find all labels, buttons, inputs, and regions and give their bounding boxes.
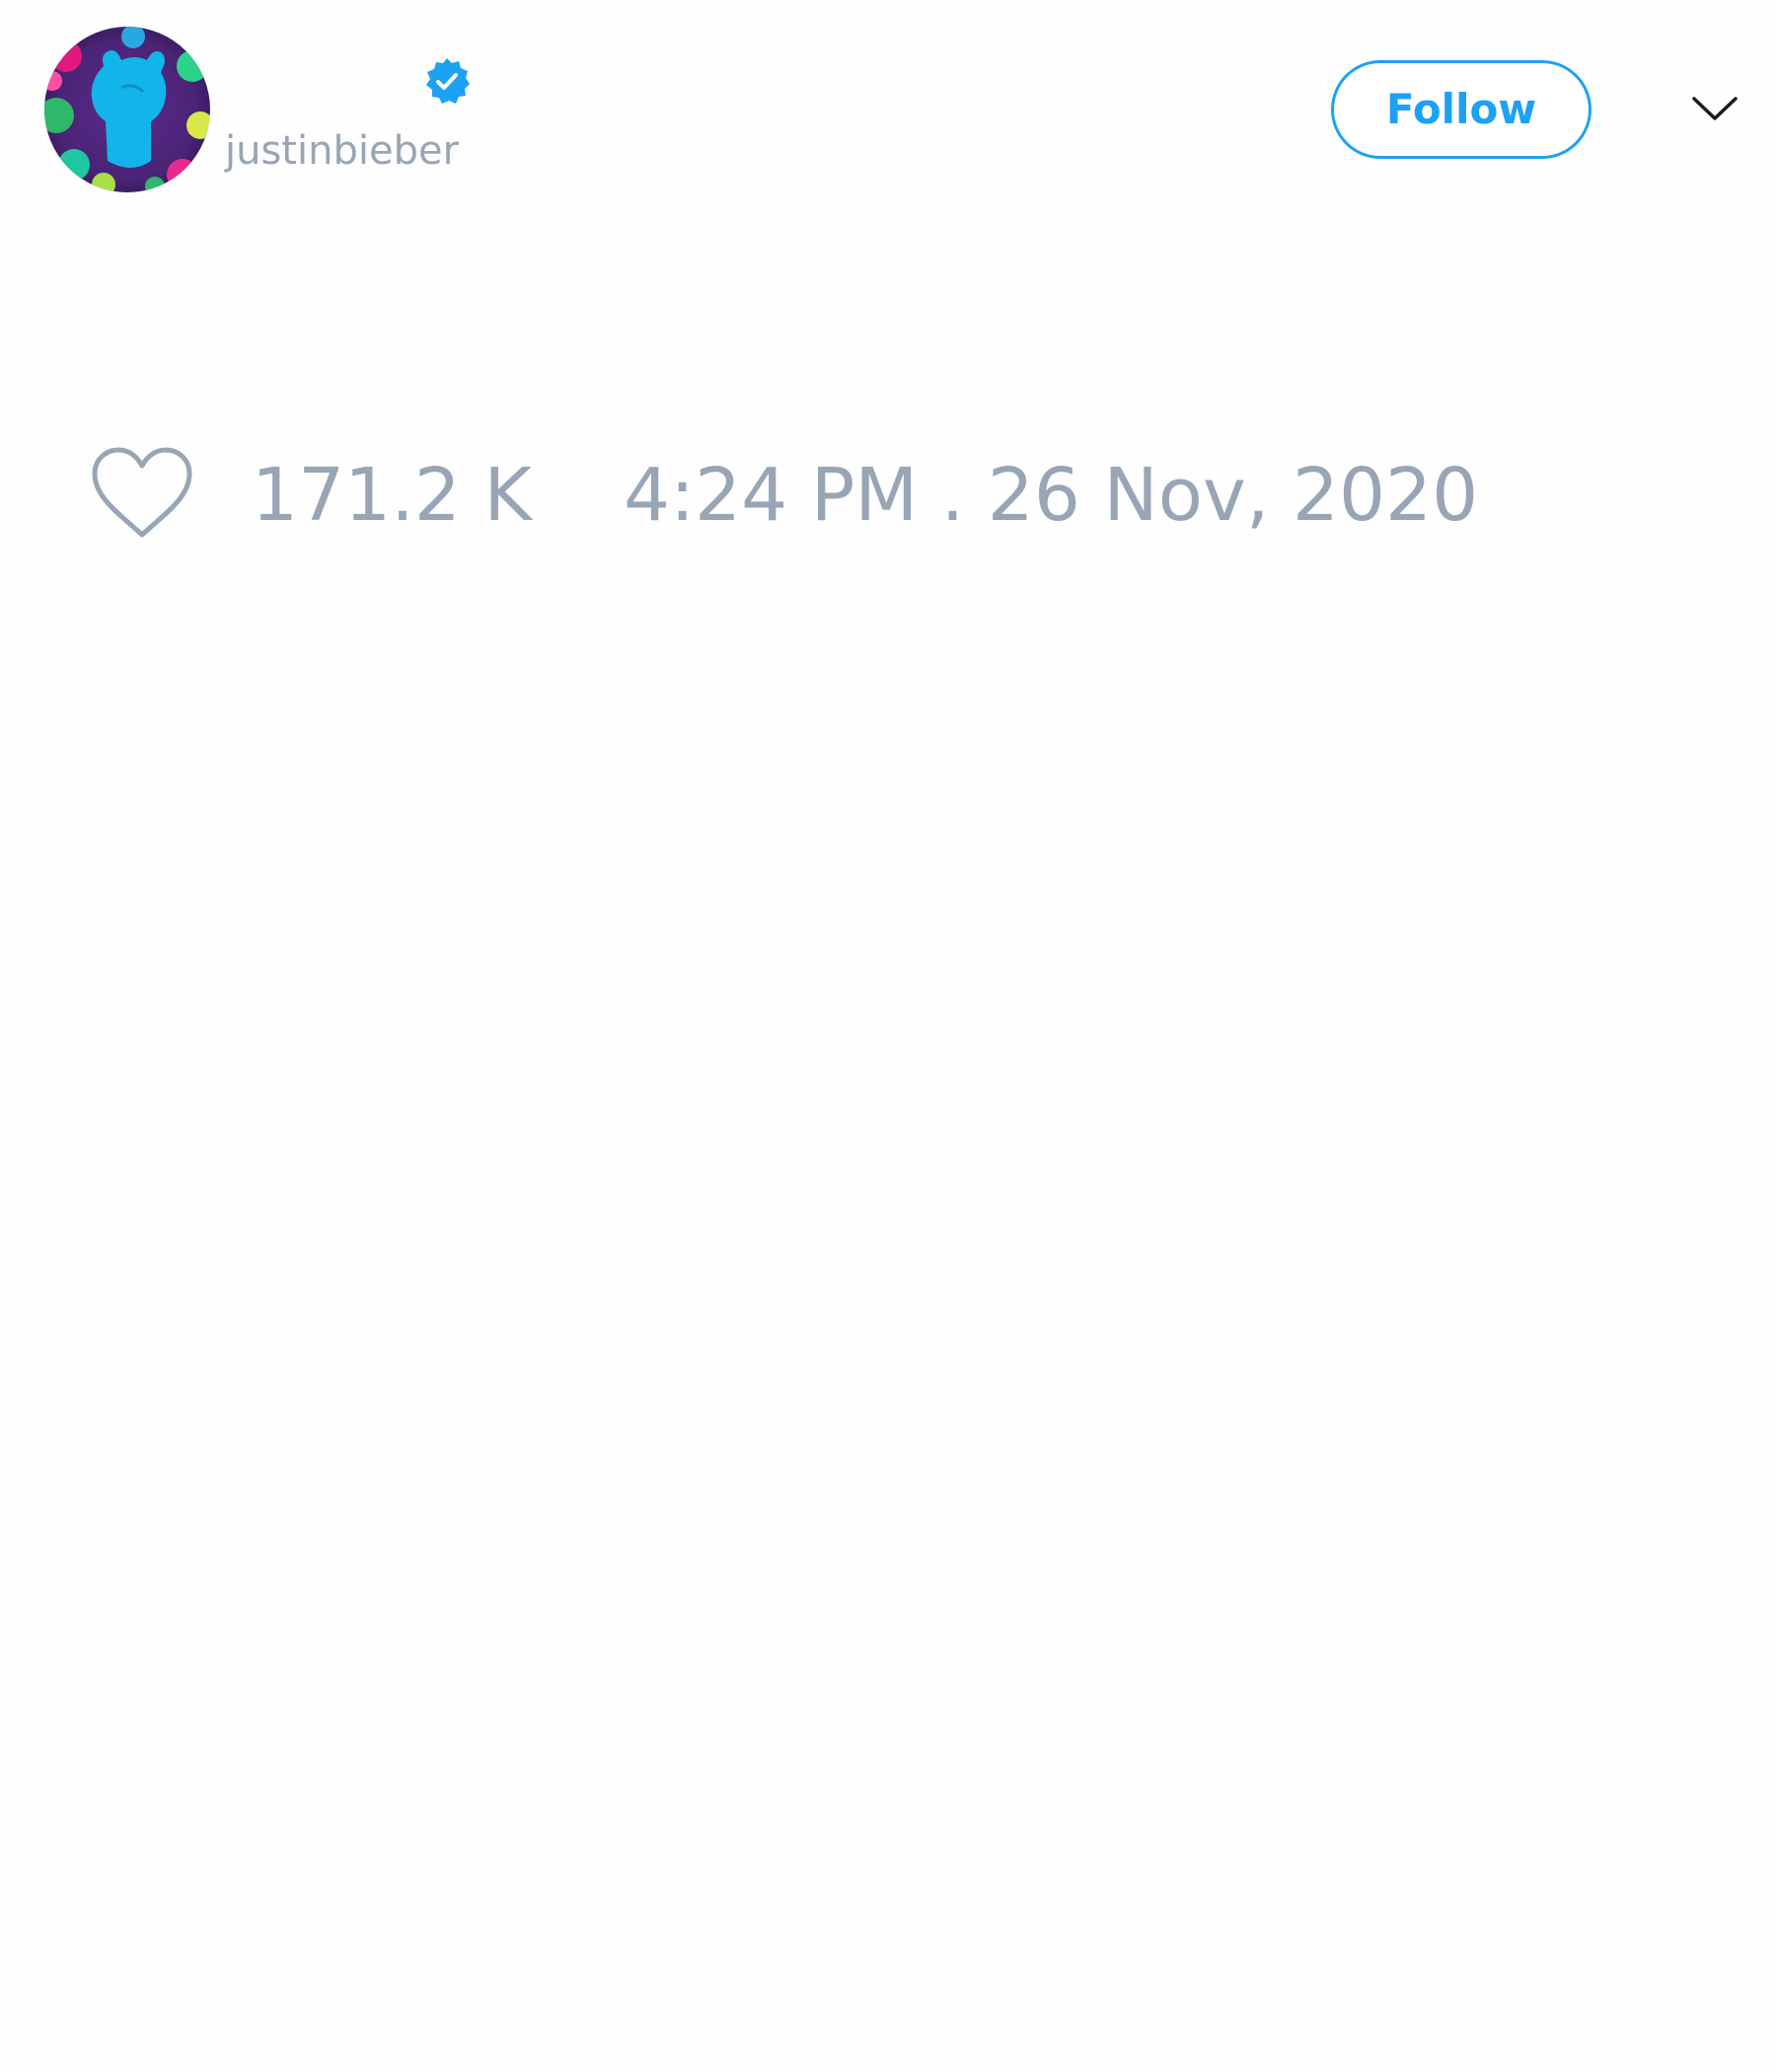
- author-handle[interactable]: justinbieber: [225, 126, 459, 176]
- heart-icon[interactable]: [89, 446, 195, 541]
- avatar-image: [44, 27, 210, 192]
- avatar[interactable]: [44, 27, 210, 192]
- chevron-down-icon[interactable]: [1690, 91, 1739, 126]
- like-count: 171.2 K: [252, 453, 532, 538]
- tweet-card: justinbieber Follow 171.2 K 4:24 PM . 26…: [0, 0, 1776, 2072]
- verified-badge-icon: [422, 56, 472, 106]
- tweet-timestamp[interactable]: 4:24 PM . 26 Nov, 2020: [624, 452, 1478, 539]
- follow-button[interactable]: Follow: [1331, 60, 1591, 159]
